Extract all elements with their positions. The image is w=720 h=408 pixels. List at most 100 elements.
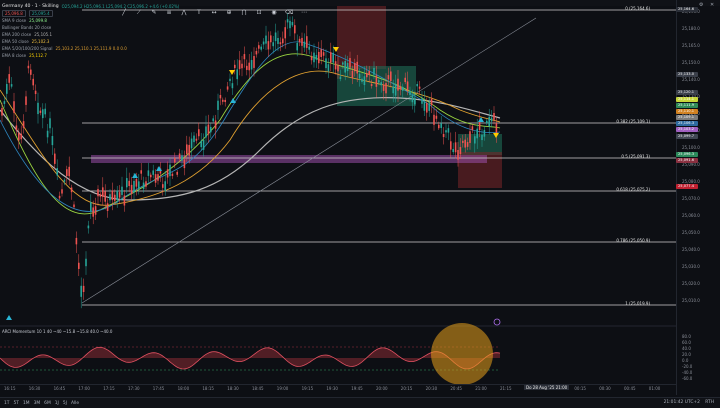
candle-body bbox=[102, 187, 104, 197]
price-tag: 25,077.4 bbox=[676, 184, 698, 189]
candle-body bbox=[315, 54, 318, 60]
text-tool-icon[interactable]: T bbox=[195, 9, 203, 17]
candle-body bbox=[378, 80, 380, 83]
candle-body bbox=[234, 64, 236, 69]
legend-row[interactable]: EMA 5/20/100/200 Signal 25,103.2 25,110.1… bbox=[2, 45, 242, 52]
candle-body bbox=[301, 37, 303, 46]
legend-row[interactable]: Bollinger Bands 20 close bbox=[2, 24, 242, 31]
candle-body bbox=[231, 83, 234, 89]
candle-body bbox=[332, 52, 334, 63]
magnet-tool-icon[interactable]: ⋂ bbox=[240, 9, 248, 17]
legend-row[interactable]: EMA 8 close 25,112.7 bbox=[2, 52, 242, 59]
legend-label: EMA 5/20/100/200 Signal bbox=[2, 46, 53, 51]
line-tool-icon[interactable]: ╱ bbox=[120, 9, 128, 17]
candle-body bbox=[205, 126, 207, 138]
candle-body bbox=[126, 178, 128, 188]
candle-body bbox=[222, 99, 224, 102]
timeframe-button[interactable]: 1M bbox=[23, 401, 30, 406]
candle-body bbox=[145, 181, 147, 187]
supply-zone bbox=[337, 6, 386, 69]
legend-row[interactable]: SMA 9 close 25,099.8 bbox=[2, 17, 242, 24]
candle-body bbox=[236, 69, 238, 80]
candle-body bbox=[260, 46, 262, 50]
candle-body bbox=[164, 181, 166, 191]
eye-tool-icon[interactable]: ◉ bbox=[270, 9, 278, 17]
fib-level-label[interactable]: 0.5 (25,091.3) bbox=[621, 154, 650, 159]
more-tool-icon[interactable]: ⋯ bbox=[300, 9, 308, 17]
candle-body bbox=[370, 83, 373, 87]
fib-level-label[interactable]: 0.382 (25,109.1) bbox=[616, 119, 650, 124]
symbol-title[interactable]: Germany 40 · 1 · Skilling bbox=[2, 4, 59, 9]
ray-tool-icon[interactable]: ⟋ bbox=[135, 9, 143, 17]
pattern-tool-icon[interactable]: ⋀ bbox=[180, 9, 188, 17]
time-tick-label: 20:30 bbox=[425, 386, 438, 391]
candle-body bbox=[320, 49, 322, 57]
candle-body bbox=[459, 147, 462, 155]
measure-tool-icon[interactable]: ↔ bbox=[210, 9, 218, 17]
timeframe-button[interactable]: 1T bbox=[4, 401, 9, 406]
candle-body bbox=[481, 134, 483, 141]
candle-body bbox=[188, 144, 190, 156]
price-chart-canvas[interactable] bbox=[0, 0, 676, 395]
time-tick-label: 18:45 bbox=[252, 386, 264, 391]
candle-body bbox=[330, 52, 332, 63]
candle-body bbox=[488, 116, 490, 127]
fib-level-label[interactable]: 0.618 (25,075.2) bbox=[616, 187, 650, 192]
time-tick-label: 16:30 bbox=[28, 386, 41, 391]
candle-body bbox=[339, 76, 342, 79]
fib-tool-icon[interactable]: ≡ bbox=[165, 9, 173, 17]
timeframe-button[interactable]: 5T bbox=[13, 401, 18, 406]
candle-body bbox=[49, 118, 51, 129]
fib-level-label[interactable]: 1 (25,019.9) bbox=[625, 301, 650, 306]
lock-tool-icon[interactable]: ⊡ bbox=[255, 9, 263, 17]
momentum-tick-label: -20.0 bbox=[682, 364, 693, 369]
candle-body bbox=[356, 61, 358, 74]
price-tag: 25,103.2 bbox=[676, 127, 698, 132]
fib-level-label[interactable]: 0.786 (25,050.9) bbox=[616, 238, 650, 243]
candle-body bbox=[258, 45, 260, 49]
candle-body bbox=[70, 187, 73, 193]
candle-body bbox=[399, 86, 402, 90]
candle-body bbox=[445, 130, 447, 133]
candle-body bbox=[121, 186, 123, 195]
candle-body bbox=[46, 130, 49, 138]
candle-body bbox=[486, 120, 488, 124]
candle-body bbox=[200, 140, 202, 148]
candle-body bbox=[243, 54, 246, 60]
candle-body bbox=[344, 61, 346, 73]
candle-body bbox=[442, 134, 445, 138]
legend-value: 25,103.2 25,110.1 25,111.9 0.0 0.0 bbox=[55, 46, 127, 51]
highlight-circle bbox=[431, 323, 493, 385]
fib-level-label[interactable]: 0 (25,164.6) bbox=[625, 6, 650, 11]
candle-body bbox=[342, 62, 344, 65]
zoom-tool-icon[interactable]: ⊕ bbox=[225, 9, 233, 17]
candle-body bbox=[8, 74, 10, 83]
candle-body bbox=[97, 188, 99, 197]
candle-body bbox=[80, 285, 82, 297]
buy-price-box[interactable]: 25,095.4 bbox=[28, 10, 53, 17]
timeframe-button[interactable]: Alle bbox=[71, 401, 79, 406]
time-tick-label: 16:15 bbox=[4, 386, 16, 391]
candle-body bbox=[411, 94, 414, 103]
legend-value: 25,112.7 bbox=[29, 53, 47, 58]
clock-display[interactable]: 21:01:42 UTC+2 bbox=[664, 400, 700, 405]
timeframe-button[interactable]: 6M bbox=[44, 401, 51, 406]
candle-body bbox=[438, 124, 440, 129]
candle-body bbox=[166, 169, 169, 178]
timeframe-button[interactable]: 3M bbox=[34, 401, 41, 406]
candle-body bbox=[298, 38, 301, 43]
candle-body bbox=[296, 42, 298, 51]
legend-row[interactable]: EMA 50 close 25,102.3 bbox=[2, 38, 242, 45]
brush-tool-icon[interactable]: ✎ bbox=[150, 9, 158, 17]
rth-toggle[interactable]: RTH bbox=[705, 400, 714, 405]
sell-price-box[interactable]: 25,096.8 bbox=[2, 10, 26, 17]
timeframe-button[interactable]: 1J bbox=[55, 401, 59, 406]
candle-body bbox=[262, 41, 265, 45]
legend-row[interactable]: EMA 200 close 25,105.1 bbox=[2, 31, 242, 38]
candle-body bbox=[414, 98, 416, 105]
time-tick-label: 18:30 bbox=[227, 386, 239, 391]
trash-tool-icon[interactable]: ⌫ bbox=[285, 9, 293, 17]
momentum-indicator-title[interactable]: ARCI Momentum 10 1 40 ~40 ~15.8 ~15.8 40… bbox=[2, 329, 112, 334]
candle-body bbox=[178, 153, 181, 159]
timeframe-button[interactable]: 5J bbox=[63, 401, 67, 406]
